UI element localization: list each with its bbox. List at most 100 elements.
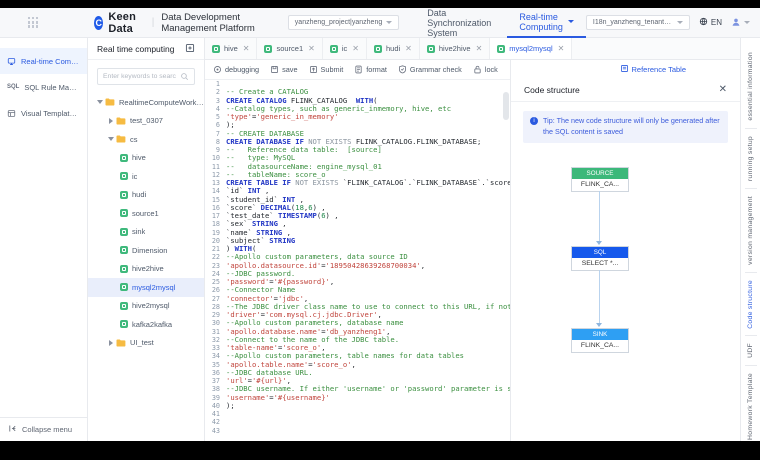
tree-folder-test_0307[interactable]: test_0307 [88, 112, 204, 131]
code-line[interactable]: 30--Apollo custom parameters, database n… [205, 319, 510, 327]
right-tab-homework-template[interactable]: Homework Template [747, 373, 754, 440]
code-line[interactable]: 1 [205, 80, 510, 88]
sidebar-item-sql-rule-management[interactable]: SQLSQL Rule Management [0, 74, 87, 100]
editor-tab-mysql2mysql[interactable]: mysql2mysql✕ [490, 38, 572, 59]
top-nav-item[interactable]: Data Synchronization System [415, 8, 507, 38]
code-line[interactable]: 34--Apollo custom parameters, table name… [205, 352, 510, 360]
search-input[interactable] [103, 73, 176, 80]
project-select[interactable]: yanzheng_project|yanzheng [288, 15, 399, 30]
code-line[interactable]: 21) WITH( [205, 245, 510, 253]
code-line[interactable]: 11-- datasourceName: engine_mysql_01 [205, 163, 510, 171]
tree-file-hive[interactable]: hive [88, 149, 204, 168]
code-line[interactable]: 6); [205, 121, 510, 129]
code-line[interactable]: 7-- CREATE DATABASE [205, 130, 510, 138]
tree-folder-realtimecomputeworkingdir[interactable]: RealtimeComputeWorkingDir [88, 93, 204, 112]
code-line[interactable]: 26--Connector Name [205, 286, 510, 294]
editor-scrollbar[interactable] [503, 92, 509, 120]
code-line[interactable]: 25'password'='#{password}', [205, 278, 510, 286]
code-line[interactable]: 33'table-name'='score_o', [205, 344, 510, 352]
diagram-node-source[interactable]: SOURCEFLINK_CA... [571, 167, 629, 192]
code-line[interactable]: 4--Catalog types, such as generic_inmemo… [205, 105, 510, 113]
tree-file-source1[interactable]: source1 [88, 204, 204, 223]
code-line[interactable]: 22--Apollo custom parameters, data sourc… [205, 253, 510, 261]
editor-tab-hive[interactable]: hive✕ [205, 38, 257, 59]
close-tab-icon[interactable]: ✕ [405, 44, 412, 53]
close-icon[interactable]: ✕ [719, 85, 727, 95]
code-line[interactable]: 19`name` STRING , [205, 229, 510, 237]
tenant-select[interactable]: I18n_yanzheng_tenant(yanzt [586, 15, 690, 30]
format-button[interactable]: format [354, 65, 387, 74]
code-line[interactable]: 20`subject` STRING [205, 237, 510, 245]
collapse-menu-button[interactable]: Collapse menu [0, 417, 87, 441]
code-line[interactable]: 38--JDBC username. If either 'username' … [205, 385, 510, 393]
code-line[interactable]: 28--The JDBC driver class name to use to… [205, 303, 510, 311]
code-line[interactable]: 5'type'='generic_in_memory' [205, 113, 510, 121]
close-tab-icon[interactable]: ✕ [243, 44, 250, 53]
caret-down-icon[interactable] [96, 100, 103, 104]
right-tab-version-management[interactable]: version management [747, 196, 754, 265]
code-line[interactable]: 23'apollo.datasource.id'='18950428639268… [205, 262, 510, 270]
code-line[interactable]: 32--Connect to the name of the JDBC tabl… [205, 336, 510, 344]
code-line[interactable]: 41 [205, 410, 510, 418]
tree-file-mysql2mysql[interactable]: mysql2mysql [88, 278, 204, 297]
code-line[interactable]: 17`test_date` TIMESTAMP(6) , [205, 212, 510, 220]
editor-tab-source1[interactable]: source1✕ [257, 38, 322, 59]
code-line[interactable]: 24--JDBC password. [205, 270, 510, 278]
tree-file-hudi[interactable]: hudi [88, 186, 204, 205]
code-line[interactable]: 3CREATE CATALOG FLINK_CATALOG WITH( [205, 97, 510, 105]
code-line[interactable]: 13CREATE TABLE IF NOT EXISTS `FLINK_CATA… [205, 179, 510, 187]
code-line[interactable]: 36--JDBC database URL. [205, 369, 510, 377]
tree-file-dimension[interactable]: Dimension [88, 241, 204, 260]
right-tab-udf[interactable]: UDF [747, 343, 754, 358]
top-nav-item[interactable]: Real-time Computing [507, 8, 586, 38]
editor-tab-ic[interactable]: ic✕ [323, 38, 367, 59]
close-tab-icon[interactable]: ✕ [352, 44, 359, 53]
new-job-icon[interactable] [185, 40, 195, 58]
code-line[interactable]: 43 [205, 427, 510, 435]
debugging-button[interactable]: debugging [213, 65, 259, 74]
code-line[interactable]: 8CREATE DATABASE IF NOT EXISTS FLINK_CAT… [205, 138, 510, 146]
right-tab-running-setup[interactable]: running setup [747, 136, 754, 181]
lock-button[interactable]: lock [473, 65, 498, 74]
code-line[interactable]: 14`id` INT , [205, 187, 510, 195]
code-line[interactable]: 9-- Reference data table: [source] [205, 146, 510, 154]
tree-folder-ui_test[interactable]: UI_test [88, 334, 204, 353]
sidebar-item-real-time-computing[interactable]: Real-time Computing [0, 48, 87, 74]
sql-code-editor[interactable]: 12-- Create a CATALOG3CREATE CATALOG FLI… [205, 80, 510, 441]
code-line[interactable]: 12-- tableName: score_o [205, 171, 510, 179]
caret-down-icon[interactable] [107, 137, 114, 141]
app-launcher-icon[interactable] [28, 17, 38, 28]
close-tab-icon[interactable]: ✕ [308, 44, 315, 53]
code-line[interactable]: 31'apollo.database.name'='db_yanzheng1', [205, 328, 510, 336]
diagram-node-sql[interactable]: SQLSELECT *... [571, 246, 629, 271]
tree-file-sink[interactable]: sink [88, 223, 204, 242]
tree-file-hive2mysql[interactable]: hive2mysql [88, 297, 204, 316]
editor-tab-hudi[interactable]: hudi✕ [367, 38, 420, 59]
editor-tab-hive2hive[interactable]: hive2hive✕ [420, 38, 490, 59]
code-line[interactable]: 27'connector'='jdbc', [205, 295, 510, 303]
close-tab-icon[interactable]: ✕ [558, 44, 565, 53]
code-line[interactable]: 15`student_id` INT , [205, 196, 510, 204]
caret-right-icon[interactable] [107, 340, 114, 346]
grammar-check-button[interactable]: Grammar check [398, 65, 462, 74]
code-line[interactable]: 40); [205, 402, 510, 410]
code-line[interactable]: 2-- Create a CATALOG [205, 88, 510, 96]
caret-right-icon[interactable] [107, 118, 114, 124]
code-line[interactable]: 16`score` DECIMAL(18,6) , [205, 204, 510, 212]
submit-button[interactable]: Submit [309, 65, 344, 74]
right-tab-essential-information[interactable]: essential information [747, 52, 754, 121]
close-tab-icon[interactable]: ✕ [476, 44, 483, 53]
tree-file-kafka2kafka[interactable]: kafka2kafka [88, 315, 204, 334]
tree-file-ic[interactable]: ic [88, 167, 204, 186]
code-line[interactable]: 39'username'='#{username}' [205, 394, 510, 402]
language-switcher[interactable]: EN [699, 17, 722, 28]
user-menu[interactable] [731, 14, 750, 32]
tree-folder-cs[interactable]: cs [88, 130, 204, 149]
code-line[interactable]: 18`sex` STRING , [205, 220, 510, 228]
code-line[interactable]: 37'url'='#{url}', [205, 377, 510, 385]
tree-file-hive2hive[interactable]: hive2hive [88, 260, 204, 279]
code-line[interactable]: 42 [205, 418, 510, 426]
code-line[interactable]: 10-- type: MySQL [205, 154, 510, 162]
diagram-node-sink[interactable]: SINKFLINK_CA... [571, 328, 629, 353]
sidebar-item-visual-template-mana-[interactable]: Visual Template Mana... [0, 100, 87, 126]
